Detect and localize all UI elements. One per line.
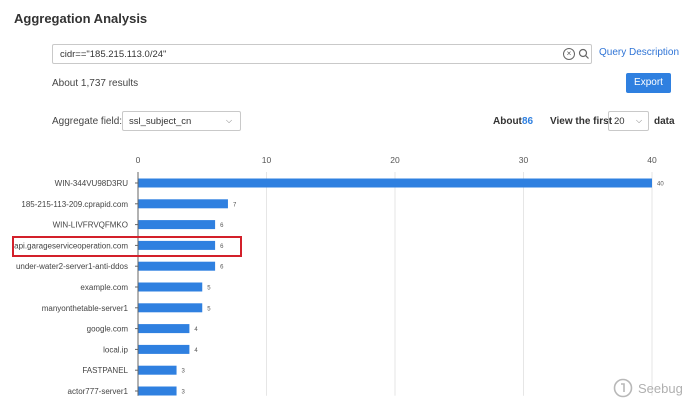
x-tick-label: 30: [519, 155, 529, 165]
highlight-box: [12, 236, 242, 257]
bar[interactable]: [138, 365, 177, 375]
bar-value-label: 7: [233, 202, 237, 208]
category-label: manyonthetable-server1: [42, 304, 129, 313]
bar-value-label: 4: [194, 348, 198, 354]
bar[interactable]: [138, 282, 203, 292]
page-title: Aggregation Analysis: [14, 11, 148, 26]
chevron-down-icon: ⌵: [636, 116, 643, 125]
bar-value-label: 6: [220, 265, 224, 271]
search-box: ×: [52, 44, 592, 64]
bar[interactable]: [138, 178, 653, 188]
about-count: 86: [522, 116, 534, 127]
bar[interactable]: [138, 303, 203, 313]
category-label: google.com: [87, 325, 129, 334]
category-label: local.ip: [103, 345, 128, 354]
bar-value-label: 5: [207, 306, 211, 312]
seebug-logo-icon: [613, 378, 633, 398]
bar-value-label: 4: [194, 327, 198, 333]
view-first-value: 20: [614, 116, 625, 127]
category-label: FASTPANEL: [82, 366, 128, 375]
x-tick-label: 40: [647, 155, 657, 165]
search-input[interactable]: [60, 45, 550, 63]
x-tick-label: 10: [262, 155, 272, 165]
category-label: 185-215-113-209.cprapid.com: [21, 200, 128, 209]
clear-circle-icon[interactable]: ×: [563, 48, 575, 60]
bar-value-label: 3: [182, 369, 186, 375]
export-button[interactable]: Export: [626, 73, 671, 93]
aggregate-field-value: ssl_subject_cn: [129, 116, 192, 127]
category-label: example.com: [80, 283, 128, 292]
bar-value-label: 5: [207, 286, 211, 292]
bar[interactable]: [138, 220, 216, 230]
watermark-text: Seebug: [638, 381, 683, 396]
bar-value-label: 3: [182, 390, 186, 396]
bar[interactable]: [138, 344, 190, 354]
aggregate-field-label: Aggregate field:: [52, 116, 123, 127]
bar-value-label: 40: [657, 182, 664, 188]
search-icon[interactable]: [578, 48, 590, 60]
category-label: under-water2-server1-anti-ddos: [16, 262, 128, 271]
bar[interactable]: [138, 199, 228, 209]
view-first-select[interactable]: 20 ⌵: [608, 111, 649, 131]
results-count: About 1,737 results: [52, 78, 139, 89]
category-label: WIN-LIVFRVQFMKO: [53, 221, 128, 230]
category-label: WIN-344VU98D3RU: [55, 179, 129, 188]
view-first-label: View the first: [550, 116, 613, 127]
aggregate-field-select[interactable]: ssl_subject_cn ⌵: [122, 111, 241, 131]
bar[interactable]: [138, 261, 216, 271]
bar[interactable]: [138, 324, 190, 334]
watermark: Seebug: [612, 377, 692, 401]
bar[interactable]: [138, 386, 177, 396]
x-tick-label: 20: [390, 155, 400, 165]
query-description-link[interactable]: Query Description: [599, 47, 679, 58]
chevron-down-icon: ⌵: [226, 116, 233, 125]
category-label: actor777-server1: [68, 387, 129, 396]
data-label: data: [654, 116, 675, 127]
x-tick-label: 0: [136, 155, 141, 165]
about-label: About: [493, 116, 522, 127]
bar-chart: 0 10 20 30 40 WIN-344VU98D3RU 40 185-215-113-20…: [14, 155, 664, 396]
bar-value-label: 6: [220, 223, 224, 229]
